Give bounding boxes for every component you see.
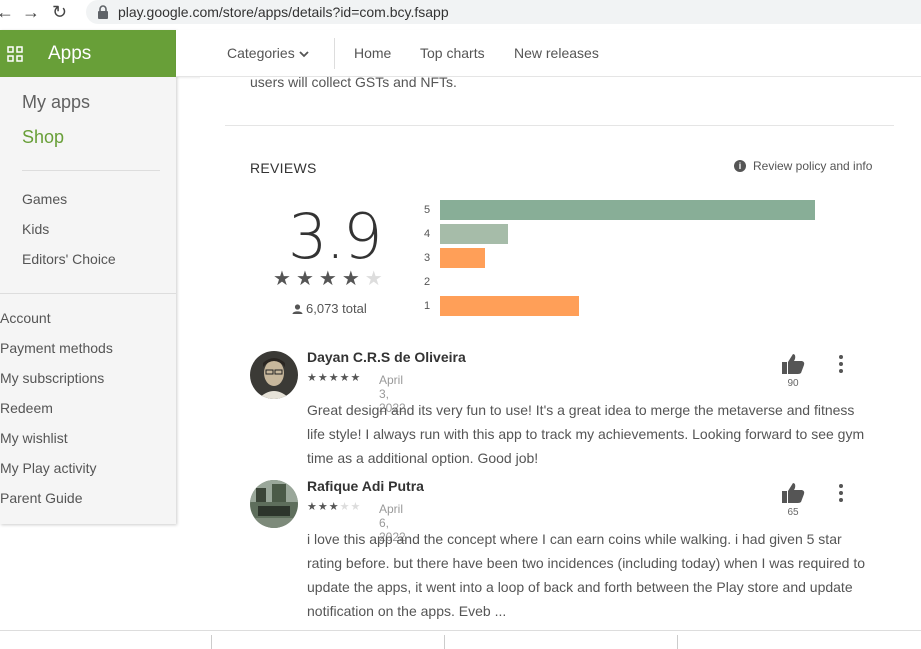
reviews-card: users will collect GSTs and NFTs. REVIEW… xyxy=(200,74,921,633)
star-icon: ★ xyxy=(307,501,318,513)
address-bar[interactable]: play.google.com/store/apps/details?id=co… xyxy=(86,0,921,24)
divider xyxy=(677,635,678,649)
reviewer-name: Dayan C.R.S de Oliveira xyxy=(307,349,466,365)
grid-icon xyxy=(7,46,23,62)
divider xyxy=(211,635,212,649)
review-stars: ★★★★★ xyxy=(307,371,361,384)
star-icon: ★ xyxy=(317,501,329,513)
star-icon: ★ xyxy=(317,372,329,384)
histogram-label: 3 xyxy=(424,252,431,264)
total-ratings-text: 6,073 total xyxy=(306,301,367,316)
like-count: 65 xyxy=(787,507,799,518)
star-icon: ★ xyxy=(339,501,351,513)
star-icon: ★ xyxy=(341,268,365,290)
review-text: Great design and its very fun to use! It… xyxy=(307,402,865,466)
review-stars: ★★★★★ xyxy=(307,500,361,513)
avatar xyxy=(250,480,298,528)
star-icon: ★ xyxy=(328,372,340,384)
sidebar-item-parent-guide[interactable]: Parent Guide xyxy=(0,490,83,506)
description-text: users will collect GSTs and NFTs. xyxy=(250,74,457,90)
sidebar-item-redeem[interactable]: Redeem xyxy=(0,400,53,416)
histogram-label: 2 xyxy=(424,276,431,288)
sidebar-item-payment-methods[interactable]: Payment methods xyxy=(0,340,113,356)
section-divider xyxy=(225,125,894,126)
histogram-bar xyxy=(440,224,508,244)
sidebar-item-my-wishlist[interactable]: My wishlist xyxy=(0,430,68,446)
reviewer-name: Rafique Adi Putra xyxy=(307,478,424,494)
nav-new-releases[interactable]: New releases xyxy=(514,45,599,61)
star-icon: ★ xyxy=(350,501,362,513)
sidebar-divider xyxy=(0,293,176,294)
url-text: play.google.com/store/apps/details?id=co… xyxy=(118,4,449,20)
top-nav: Categories Home Top charts New releases xyxy=(176,30,921,77)
star-icon: ★ xyxy=(295,268,319,290)
more-vert-icon[interactable] xyxy=(838,355,844,373)
histogram-label: 5 xyxy=(424,204,431,216)
person-icon xyxy=(292,304,303,314)
star-icon: ★ xyxy=(364,268,388,290)
sidebar-item-kids[interactable]: Kids xyxy=(22,221,49,237)
avatar xyxy=(250,351,298,399)
thumbs-up-icon[interactable] xyxy=(781,353,805,375)
sidebar-item-shop[interactable]: Shop xyxy=(22,127,64,148)
sidebar: Apps My apps Shop Games Kids Editors' Ch… xyxy=(0,30,176,524)
nav-home[interactable]: Home xyxy=(354,45,391,61)
like-count: 90 xyxy=(787,378,799,389)
histogram-bar xyxy=(440,296,579,316)
chevron-down-icon xyxy=(299,51,309,58)
star-icon: ★ xyxy=(318,268,342,290)
back-arrow-icon[interactable]: ← xyxy=(0,2,14,22)
forward-arrow-icon[interactable]: → xyxy=(22,2,40,22)
sidebar-divider xyxy=(22,170,160,171)
star-icon: ★ xyxy=(350,372,362,384)
sidebar-item-my-play-activity[interactable]: My Play activity xyxy=(0,460,96,476)
histogram-bar xyxy=(440,248,485,268)
thumbs-up-icon[interactable] xyxy=(781,482,805,504)
nav-top-charts[interactable]: Top charts xyxy=(420,45,485,61)
histogram-label: 1 xyxy=(424,300,431,312)
total-ratings: 6,073 total xyxy=(292,301,367,316)
review-text: i love this app and the concept where I … xyxy=(307,531,866,619)
histogram-bar xyxy=(440,200,815,220)
apps-title: Apps xyxy=(48,43,92,64)
browser-toolbar: ← → ↻ play.google.com/store/apps/details… xyxy=(0,0,921,26)
reload-icon[interactable]: ↻ xyxy=(52,2,67,22)
histogram-label: 4 xyxy=(424,228,431,240)
divider xyxy=(444,635,445,649)
apps-header[interactable]: Apps xyxy=(0,30,176,77)
sidebar-item-my-subscriptions[interactable]: My subscriptions xyxy=(0,370,104,386)
lock-icon xyxy=(98,5,108,19)
sidebar-item-my-apps[interactable]: My apps xyxy=(22,92,90,113)
star-icon: ★ xyxy=(339,372,351,384)
sidebar-item-account[interactable]: Account xyxy=(0,310,51,326)
review-policy-link[interactable]: Review policy and info xyxy=(753,159,872,173)
sidebar-item-editors-choice[interactable]: Editors' Choice xyxy=(22,251,116,267)
categories-label: Categories xyxy=(227,45,295,61)
star-icon: ★ xyxy=(328,501,340,513)
average-rating: 3.9 xyxy=(288,200,383,273)
bottom-bar xyxy=(0,630,921,649)
categories-dropdown[interactable]: Categories xyxy=(227,45,309,61)
reviews-heading: REVIEWS xyxy=(250,160,317,176)
star-icon: ★ xyxy=(307,372,318,384)
info-icon: i xyxy=(734,160,746,172)
nav-divider xyxy=(334,38,335,69)
star-icon: ★ xyxy=(273,268,296,290)
sidebar-item-games[interactable]: Games xyxy=(22,191,67,207)
average-rating-stars: ★★★★★ xyxy=(273,266,388,291)
more-vert-icon[interactable] xyxy=(838,484,844,502)
